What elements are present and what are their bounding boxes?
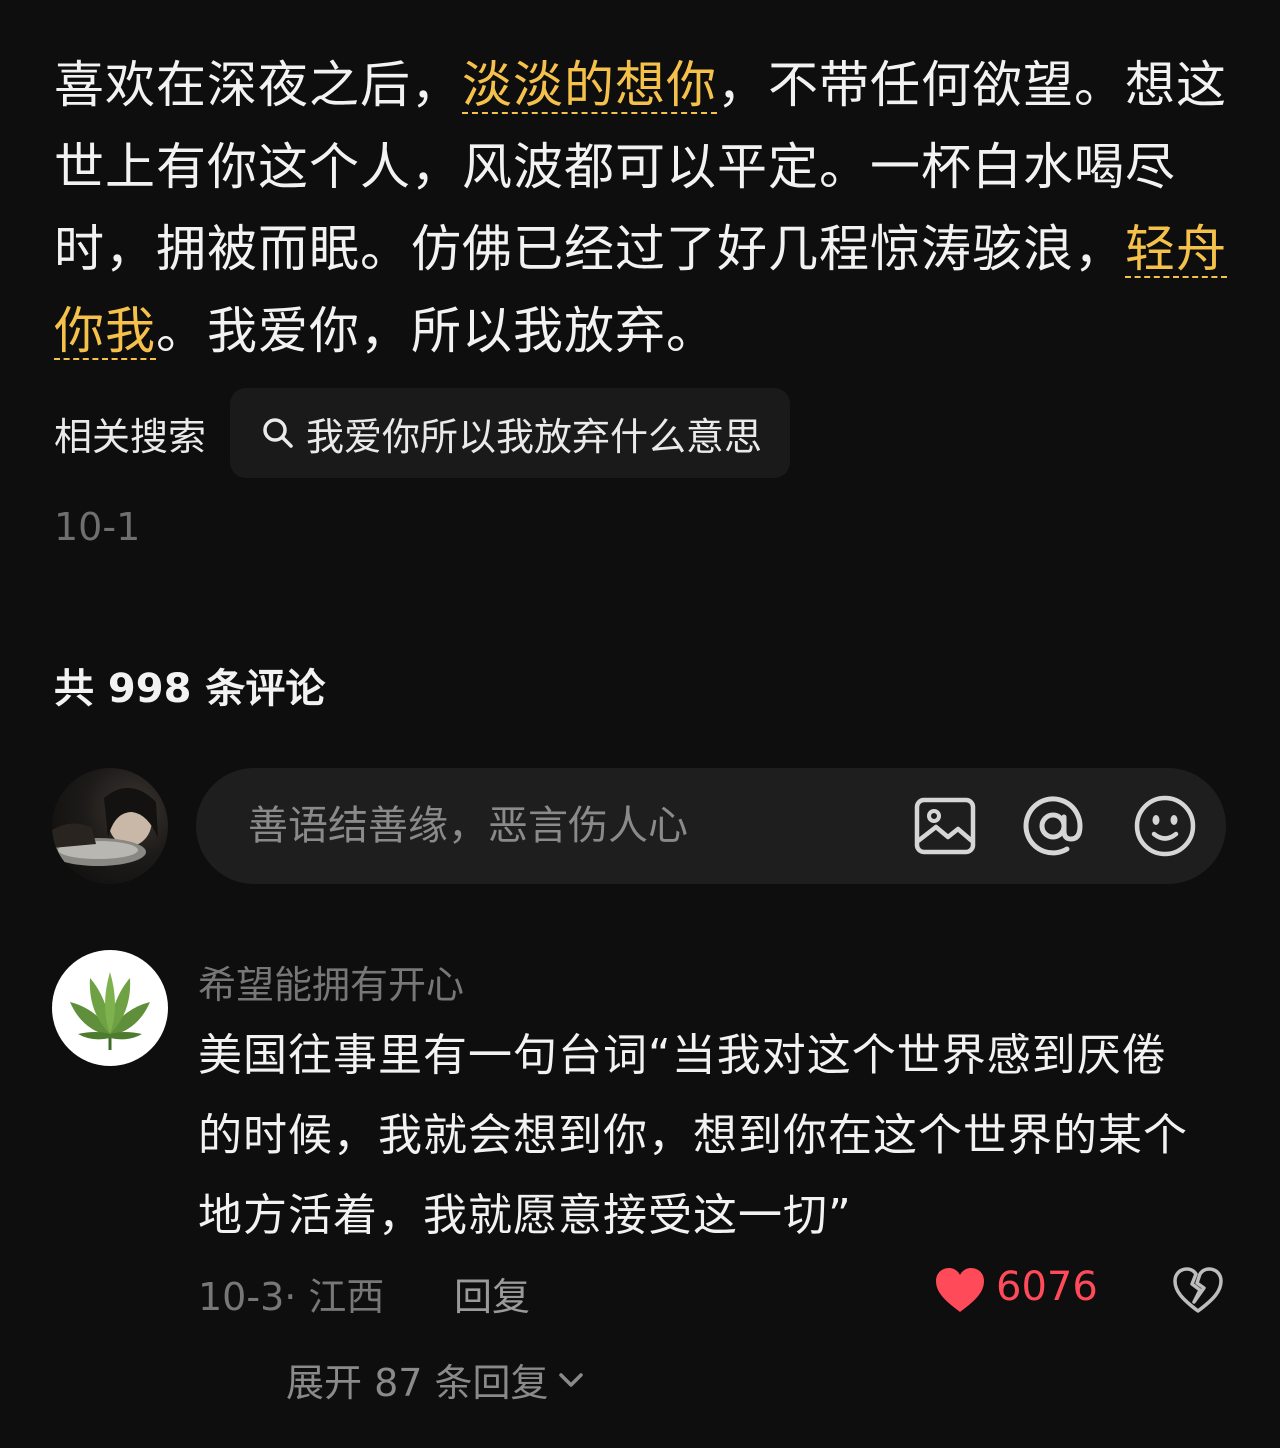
post-text-part-1: 喜欢在深夜之后，: [54, 56, 462, 114]
succulent-plant-icon: [70, 972, 150, 1050]
reply-button[interactable]: 回复: [454, 1266, 530, 1321]
post-text-part-3: 。我爱你，所以我放弃。: [156, 302, 717, 360]
expand-replies-button[interactable]: 展开 87 条回复: [286, 1352, 585, 1407]
search-icon: [263, 418, 293, 448]
related-search-label: 相关搜索: [54, 414, 207, 459]
comment-input-placeholder: 善语结善缘，恶言伤人心: [248, 803, 688, 849]
comment-meta: 10-3· 江西: [198, 1275, 385, 1319]
at-icon[interactable]: [1020, 793, 1086, 859]
related-search-chip[interactable]: 我爱你所以我放弃什么意思: [230, 388, 791, 478]
comment-count: 共 998 条评论: [54, 666, 326, 712]
expand-replies-label: 展开 87 条回复: [286, 1361, 549, 1405]
avatar-photo: [52, 787, 158, 866]
commenter-avatar[interactable]: [52, 950, 168, 1066]
post-body: 喜欢在深夜之后，淡淡的想你，不带任何欲望。想这世上有你这个人，风波都可以平定。一…: [54, 44, 1234, 372]
my-avatar[interactable]: [52, 768, 168, 884]
chevron-down-icon: [558, 1372, 583, 1387]
broken-heart-icon[interactable]: [1172, 1266, 1224, 1314]
comment-text: 美国往事里有一句台词“当我对这个世界感到厌倦的时候，我就会想到你，想到你在这个世…: [198, 1030, 1188, 1241]
related-search: 相关搜索 我爱你所以我放弃什么意思: [54, 388, 791, 478]
comment-input[interactable]: 善语结善缘，恶言伤人心: [196, 768, 1226, 884]
post-date: 10-1: [54, 505, 141, 549]
heart-icon[interactable]: [934, 1266, 986, 1314]
post-highlight-link-1[interactable]: 淡淡的想你: [462, 56, 717, 114]
like-count: 6076: [996, 1264, 1098, 1310]
image-icon[interactable]: [912, 793, 978, 859]
comment-username[interactable]: 希望能拥有开心: [198, 954, 464, 1009]
emoji-icon[interactable]: [1132, 793, 1198, 859]
related-search-query: 我爱你所以我放弃什么意思: [306, 414, 763, 459]
